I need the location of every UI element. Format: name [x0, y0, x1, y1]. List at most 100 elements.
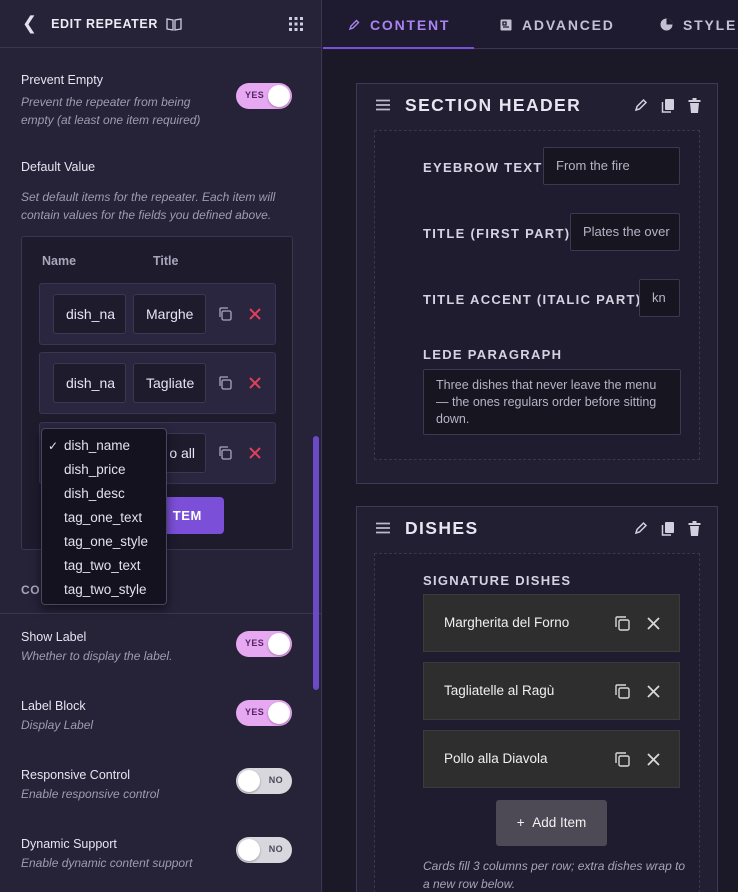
layout-icon	[500, 19, 512, 30]
option-label: dish_name	[64, 438, 131, 453]
default-row: dish_na Tagliate	[39, 352, 276, 414]
signature-dishes-label: SIGNATURE DISHES	[423, 573, 572, 588]
title-accent-label: TITLE ACCENT (ITALIC PART)	[423, 292, 642, 307]
label-block-toggle[interactable]: YES	[236, 700, 292, 726]
dish-name: Tagliatelle al Ragù	[444, 683, 555, 698]
toggle-text: NO	[268, 844, 283, 854]
duplicate-icon[interactable]	[217, 445, 233, 461]
duplicate-icon[interactable]	[614, 751, 631, 768]
prevent-empty-toggle[interactable]: YES	[236, 83, 292, 109]
edit-icon[interactable]	[634, 98, 648, 112]
trash-icon[interactable]	[688, 520, 701, 536]
dish-name: Pollo alla Diavola	[444, 751, 548, 766]
delete-icon[interactable]	[247, 375, 263, 391]
title-accent-input[interactable]: kn	[639, 279, 680, 317]
divider	[0, 613, 321, 614]
section-header-block[interactable]: SECTION HEADER EYEBROW TEXT From the fir…	[356, 83, 718, 484]
dishes-block[interactable]: DISHES SIGNATURE DISHES Margherita del F…	[356, 506, 718, 892]
toggle-knob	[268, 633, 290, 655]
add-dish-label: Add Item	[532, 815, 587, 830]
copy-icon[interactable]	[661, 521, 675, 536]
column-header-name: Name	[42, 254, 77, 268]
dropdown-option[interactable]: tag_one_style	[42, 530, 166, 554]
toggle-text: NO	[268, 775, 283, 785]
add-dish-button[interactable]: + Add Item	[496, 800, 607, 846]
section-title: DISHES	[405, 517, 479, 538]
copy-icon[interactable]	[661, 98, 675, 113]
dishes-help-note: Cards fill 3 columns per row; extra dish…	[423, 859, 686, 891]
dynamic-support-toggle[interactable]: NO	[236, 837, 292, 863]
eyebrow-input[interactable]: From the fire	[543, 147, 680, 185]
delete-icon[interactable]	[247, 306, 263, 322]
title-first-input[interactable]: Plates the over	[570, 213, 680, 251]
drag-handle-icon[interactable]	[375, 99, 391, 111]
dish-card[interactable]: Pollo alla Diavola	[423, 730, 680, 788]
docs-book-icon[interactable]	[166, 17, 182, 31]
section-header-bar: SECTION HEADER	[357, 84, 717, 126]
section-header-fields: EYEBROW TEXT From the fire TITLE (FIRST …	[374, 130, 700, 460]
option-label: dish_desc	[64, 486, 125, 501]
toggle-knob	[238, 770, 260, 792]
dropdown-option[interactable]: dish_price	[42, 458, 166, 482]
option-label: tag_two_style	[64, 582, 147, 597]
option-label: dish_price	[64, 462, 126, 477]
tab-advanced[interactable]: ADVANCED	[500, 0, 615, 49]
section-label: CO	[21, 583, 41, 597]
dropdown-option[interactable]: tag_one_text	[42, 506, 166, 530]
dish-card[interactable]: Tagliatelle al Ragù	[423, 662, 680, 720]
prevent-empty-description: Prevent the repeater from being empty (a…	[21, 95, 201, 127]
drag-handle-icon[interactable]	[375, 522, 391, 534]
row-name-input[interactable]: dish_na	[53, 363, 126, 403]
tab-label: STYLE	[683, 16, 738, 33]
toggle-text: YES	[245, 638, 265, 648]
panel-header: ❮ EDIT REPEATER	[0, 0, 321, 48]
dropdown-option[interactable]: tag_two_text	[42, 554, 166, 578]
row-title-input[interactable]: Tagliate	[133, 363, 206, 403]
edit-icon[interactable]	[634, 521, 648, 535]
duplicate-icon[interactable]	[217, 375, 233, 391]
panel-title: EDIT REPEATER	[51, 16, 158, 31]
back-arrow-icon[interactable]: ❮	[22, 13, 37, 34]
grid-menu-icon[interactable]	[289, 16, 303, 31]
panel-scrollbar[interactable]	[313, 436, 319, 690]
toggle-text: YES	[245, 90, 265, 100]
show-label-toggle[interactable]: YES	[236, 631, 292, 657]
toggle-text: YES	[245, 707, 265, 717]
section-actions	[634, 520, 701, 536]
duplicate-icon[interactable]	[614, 615, 631, 632]
responsive-control-toggle[interactable]: NO	[236, 768, 292, 794]
tab-label: CONTENT	[370, 16, 451, 33]
remove-icon[interactable]	[647, 617, 660, 630]
plus-icon: +	[516, 815, 525, 830]
pencil-icon	[348, 19, 360, 30]
palette-icon	[660, 18, 673, 31]
default-value-option: Default Value Set default items for the …	[21, 160, 295, 224]
tab-content[interactable]: CONTENT	[348, 0, 450, 49]
remove-icon[interactable]	[647, 753, 660, 766]
duplicate-icon[interactable]	[217, 306, 233, 322]
default-value-description: Set default items for the repeater. Each…	[21, 190, 276, 222]
check-icon: ✓	[48, 439, 59, 453]
section-header-bar: DISHES	[357, 507, 717, 549]
delete-icon[interactable]	[247, 445, 263, 461]
lede-textarea[interactable]: Three dishes that never leave the menu —…	[423, 369, 681, 435]
title-first-label: TITLE (FIRST PART)	[423, 226, 571, 241]
row-name-input[interactable]: dish_na	[53, 294, 126, 334]
duplicate-icon[interactable]	[614, 683, 631, 700]
dropdown-option[interactable]: ✓ dish_name	[42, 434, 166, 458]
trash-icon[interactable]	[688, 97, 701, 113]
section-title: SECTION HEADER	[405, 94, 582, 115]
dropdown-option[interactable]: dish_desc	[42, 482, 166, 506]
lede-label: LEDE PARAGRAPH	[423, 347, 563, 362]
toggle-knob	[268, 702, 290, 724]
remove-icon[interactable]	[647, 685, 660, 698]
field-select-dropdown: ✓ dish_name dish_price dish_desc tag_one_…	[41, 428, 167, 605]
active-tab-indicator	[323, 47, 474, 49]
row-title-input[interactable]: Marghe	[133, 294, 206, 334]
dish-card[interactable]: Margherita del Forno	[423, 594, 680, 652]
tab-style[interactable]: STYLE	[660, 0, 737, 49]
dropdown-option[interactable]: tag_two_style	[42, 578, 166, 602]
toggle-knob	[238, 839, 260, 861]
option-label: tag_two_text	[64, 558, 141, 573]
default-row: dish_na Marghe	[39, 283, 276, 345]
